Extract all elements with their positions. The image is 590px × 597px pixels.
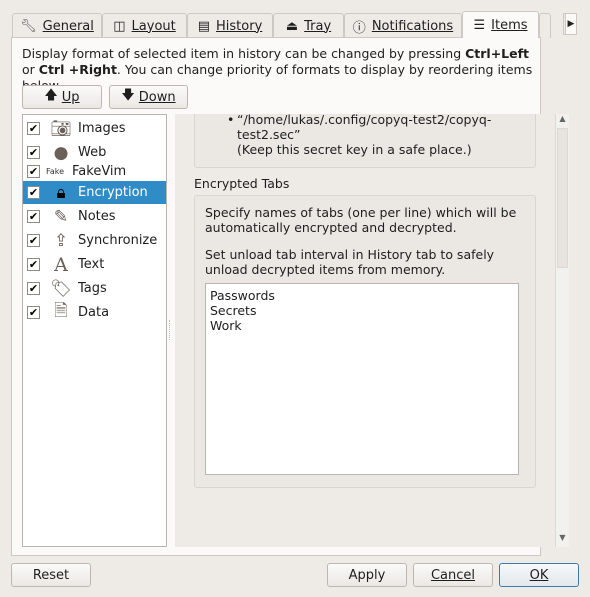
items-icon: ☰	[473, 17, 486, 33]
items-list[interactable]: ✔ 📷︎ Images ✔ ● Web ✔ Fake FakeVim ✔ 🔒︎ Encrypti…	[22, 114, 167, 547]
arrow-up-icon: 🡅︎	[44, 88, 58, 103]
encrypted-tabs-info: Specify names of tabs (one per line) whi…	[205, 205, 517, 235]
scroll-up-button[interactable]: ▲	[556, 114, 569, 128]
list-item-data[interactable]: ✔ 🗎︎ Data	[23, 301, 166, 324]
cancel-button[interactable]: Cancel	[413, 563, 493, 587]
globe-icon: ●	[53, 142, 69, 163]
fakevim-icon: Fake	[45, 166, 65, 176]
ok-button[interactable]: OK	[499, 563, 579, 587]
list-item-synchronize[interactable]: ✔ ⇪ Synchronize	[23, 229, 166, 252]
list-item-images[interactable]: ✔ 📷︎ Images	[23, 117, 166, 140]
tab-items[interactable]: ☰ Items	[462, 11, 539, 38]
apply-button[interactable]: Apply	[327, 563, 407, 587]
tray-icon: ⏏	[285, 18, 299, 34]
list-item-tags[interactable]: ✔ 🏷︎ Tags	[23, 277, 166, 300]
checkbox[interactable]: ✔	[27, 234, 40, 247]
layout-icon: ◫	[113, 18, 126, 34]
tab-scroll-right-button[interactable]: ▶	[565, 13, 577, 35]
list-item-encryption[interactable]: ✔ 🔒︎ Encryption	[23, 181, 166, 204]
key-path-text: • “/home/lukas/.config/copyq-test2/copyq…	[227, 114, 492, 157]
file-icon: 🗎︎	[54, 301, 68, 321]
scroll-down-button[interactable]: ▼	[556, 533, 569, 547]
tab-notifications[interactable]: ⓘ Notifications	[344, 13, 462, 38]
unload-info: Set unload tab interval in History tab t…	[205, 247, 495, 277]
checkbox[interactable]: ✔	[27, 146, 40, 159]
list-item-notes[interactable]: ✔ ✎ Notes	[23, 205, 166, 228]
checkbox[interactable]: ✔	[27, 282, 40, 295]
lock-icon: 🔒︎	[56, 182, 66, 203]
wrench-icon: 🔧︎	[20, 18, 37, 34]
tab-history[interactable]: ▤ History	[187, 13, 273, 38]
upload-icon: ⇪	[53, 230, 69, 251]
encrypted-tabs-title: Encrypted Tabs	[194, 176, 290, 191]
checkbox[interactable]: ✔	[27, 306, 40, 319]
tag-icon: 🏷︎	[50, 278, 72, 299]
checkbox[interactable]: ✔	[27, 210, 40, 223]
down-button[interactable]: 🡇︎ Down	[109, 85, 188, 109]
checkbox[interactable]: ✔	[27, 258, 40, 271]
vertical-scrollbar[interactable]: ▲ ▼	[555, 114, 569, 547]
reset-button[interactable]: Reset	[11, 563, 91, 587]
text-icon: A	[54, 253, 68, 276]
checkbox[interactable]: ✔	[27, 186, 40, 199]
tab-general[interactable]: 🔧︎ General	[12, 13, 102, 38]
list-item-fakevim[interactable]: ✔ Fake FakeVim	[23, 161, 166, 181]
camera-icon: 📷︎	[50, 118, 72, 139]
info-icon: ⓘ	[352, 20, 366, 36]
tab-tray[interactable]: ⏏ Tray	[273, 13, 344, 38]
pencil-icon: ✎	[53, 206, 69, 227]
checkbox[interactable]: ✔	[27, 164, 40, 178]
list-item-text[interactable]: ✔ A Text	[23, 253, 166, 276]
tab-layout[interactable]: ◫ Layout	[102, 13, 187, 38]
up-button[interactable]: 🡅︎ Up	[22, 85, 102, 109]
settings-scroll-area: • “/home/lukas/.config/copyq-test2/copyq…	[175, 114, 555, 547]
encrypted-tabs-textarea[interactable]: Passwords Secrets Work	[205, 283, 519, 475]
scrollbar-handle[interactable]	[557, 128, 568, 268]
arrow-down-icon: 🡇︎	[121, 88, 135, 103]
checkbox[interactable]: ✔	[27, 122, 40, 135]
list-icon: ▤	[197, 18, 211, 34]
splitter-handle[interactable]	[169, 320, 173, 340]
tab-overflow	[539, 13, 551, 38]
